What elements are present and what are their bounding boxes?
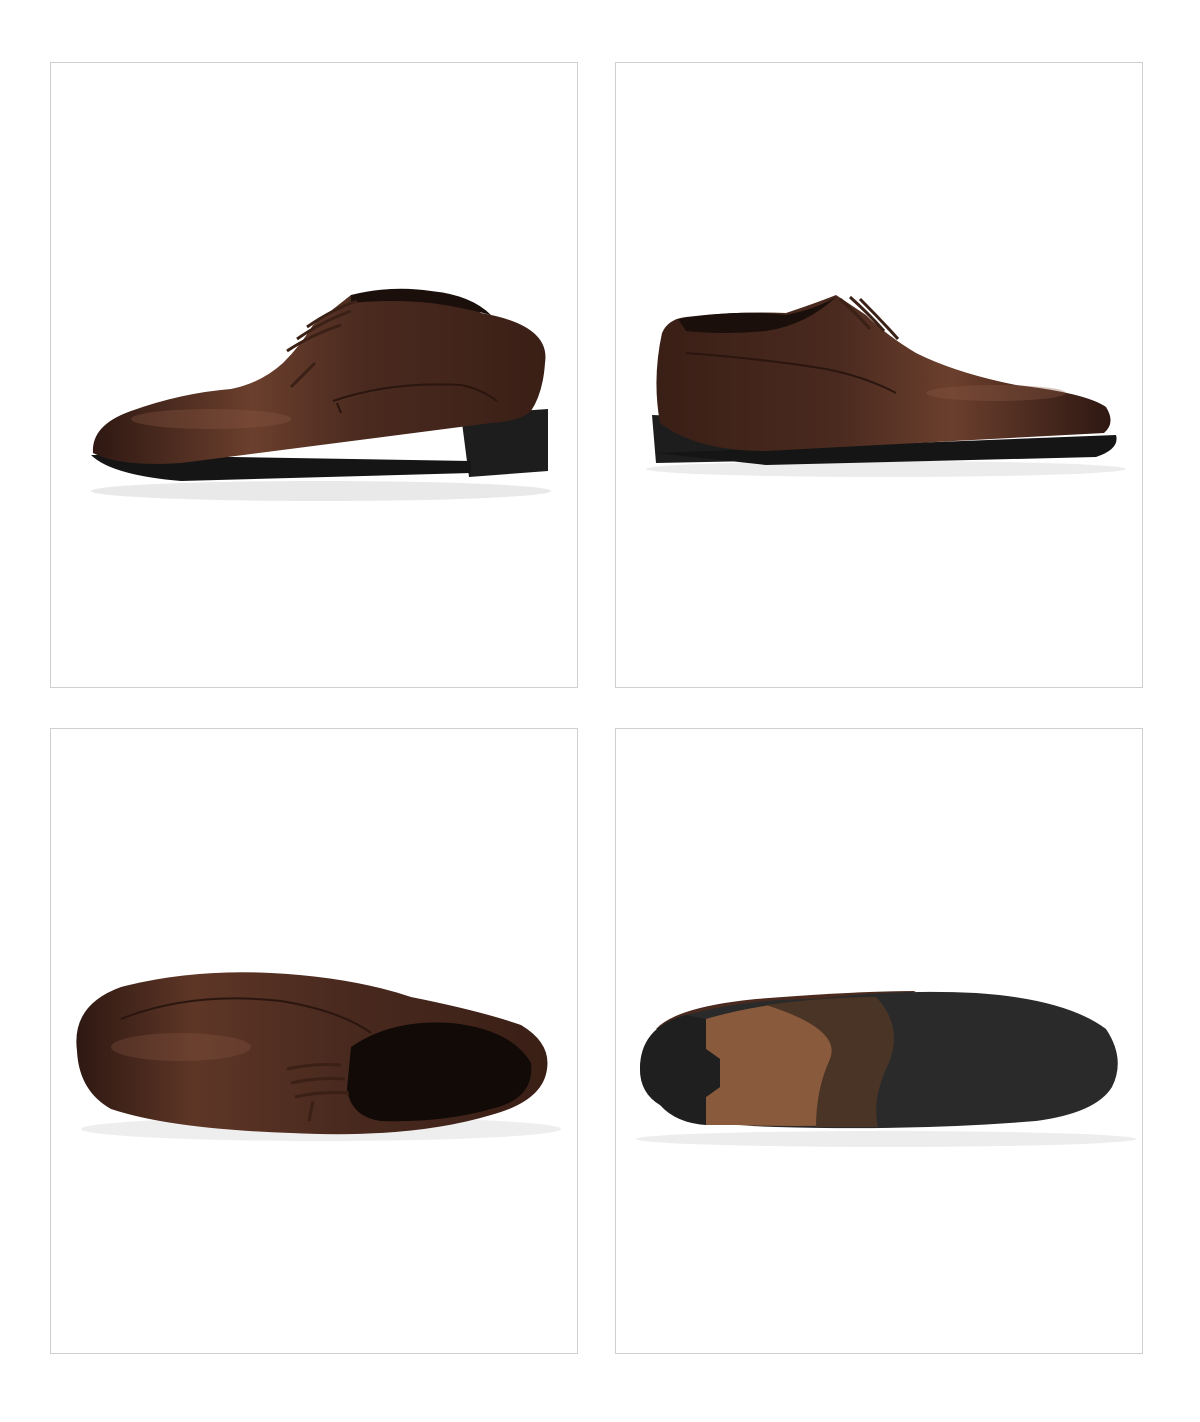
product-image-outer-side[interactable] <box>50 62 578 688</box>
product-image-inner-side[interactable] <box>615 62 1143 688</box>
derby-shoe-top-image <box>76 972 561 1141</box>
product-image-sole[interactable] <box>615 728 1143 1354</box>
product-image-top[interactable] <box>50 728 578 1354</box>
derby-shoe-inner-side-image <box>646 295 1126 477</box>
derby-shoe-sole-image <box>636 991 1136 1147</box>
derby-shoe-outer-side-image <box>91 288 551 501</box>
